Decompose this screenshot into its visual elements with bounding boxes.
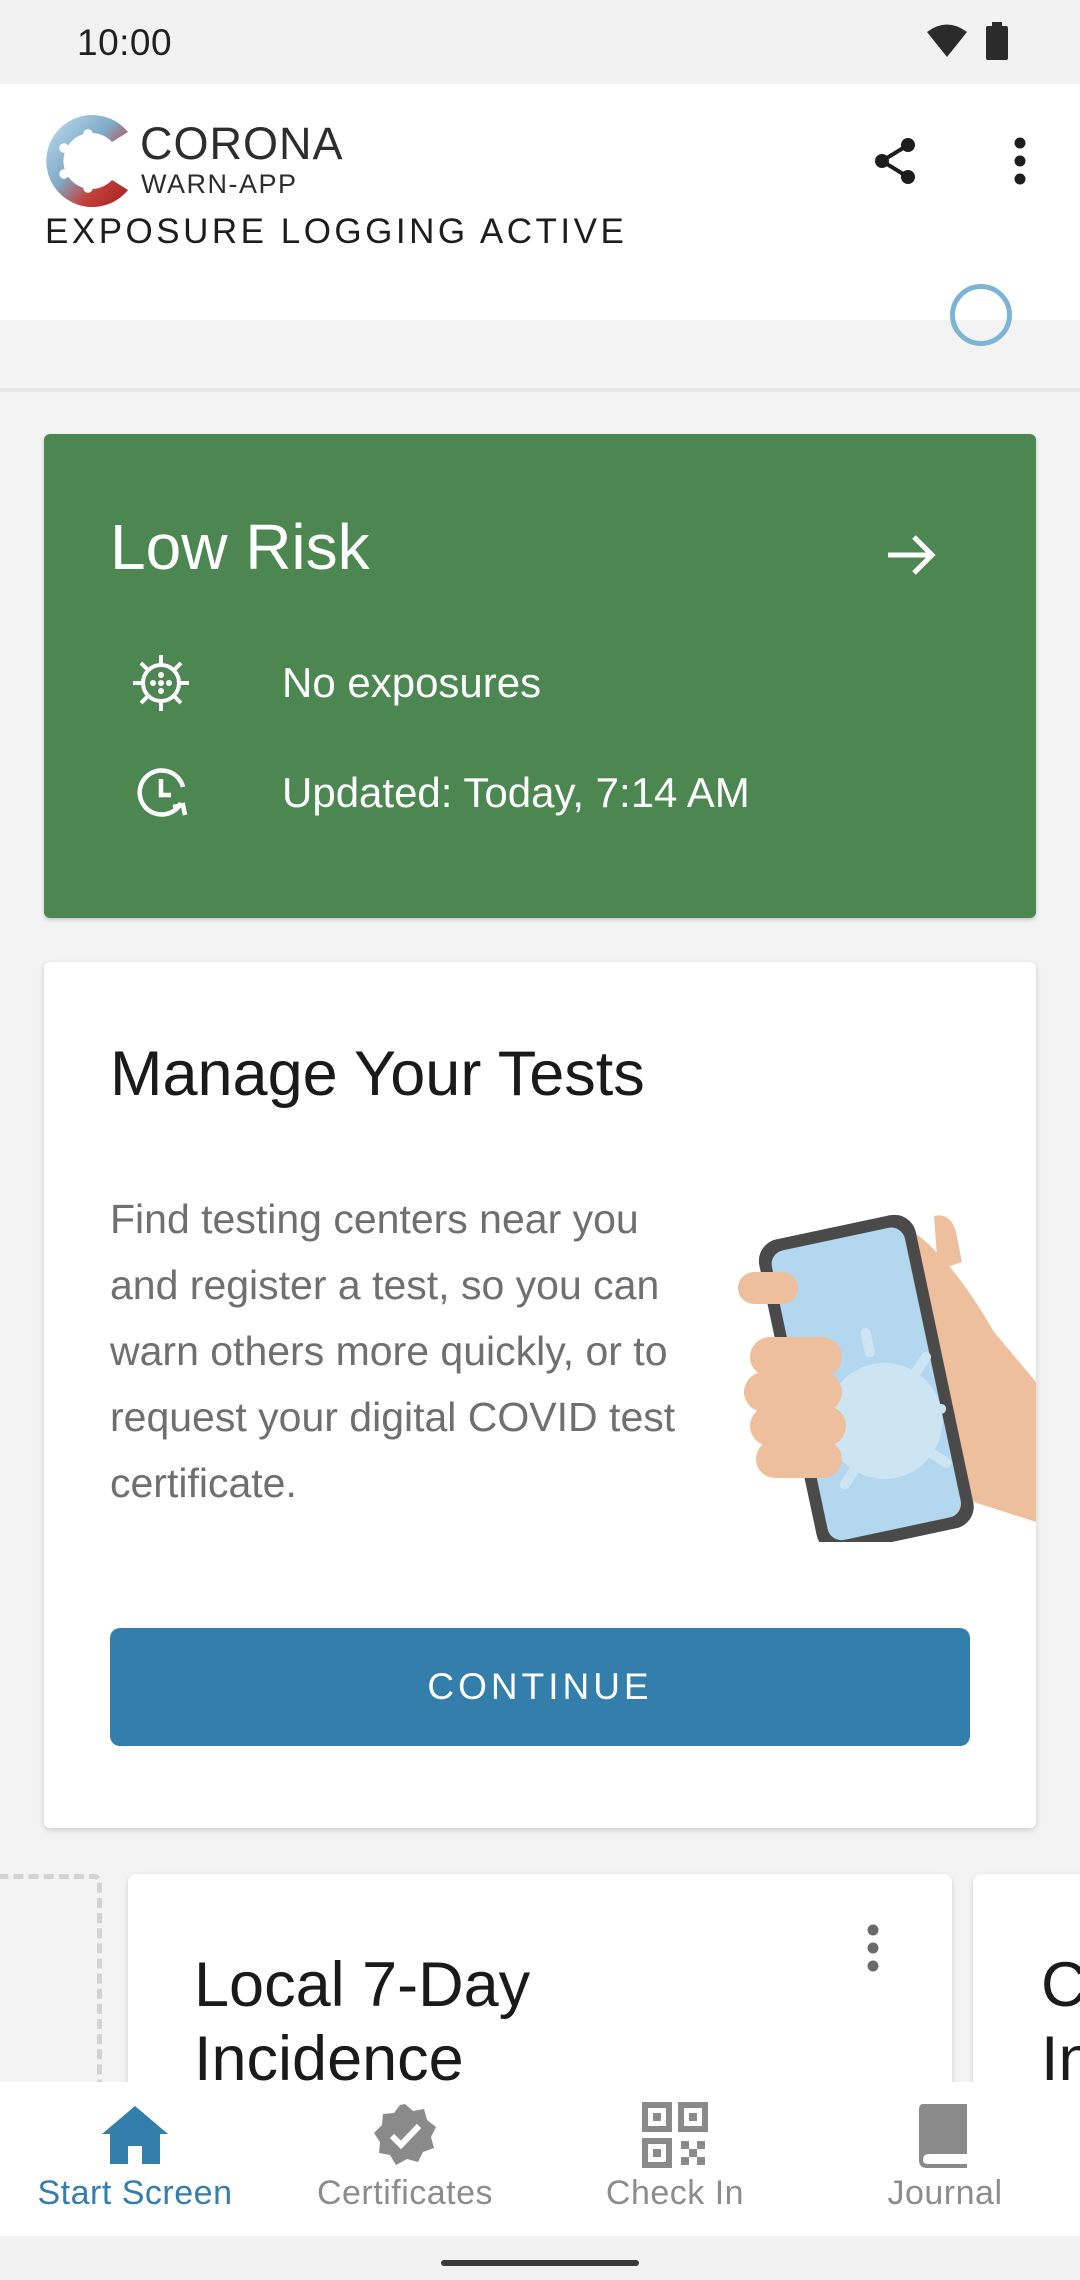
risk-card[interactable]: Low Risk No exposures Updated: Today, 7:… [44,434,1036,918]
more-vert-icon[interactable] [856,1918,890,1978]
nav-journal[interactable]: Journal [810,2082,1080,2236]
bottom-navigation: Start Screen Certificates Check In Journ… [0,2082,1080,2236]
book-icon [910,2100,980,2170]
nav-label-check-in: Check In [605,2174,745,2212]
wifi-icon [926,23,968,64]
exposure-logging-status[interactable]: EXPOSURE LOGGING ACTIVE [45,212,627,252]
clock-refresh-icon [130,762,192,824]
arrow-right-icon [882,526,940,584]
share-icon [872,136,918,191]
gesture-area [0,2236,1080,2280]
statistics-next-title-text: C In [1041,1950,1080,2094]
nav-label-journal: Journal [887,2174,1003,2212]
risk-row-updated: Updated: Today, 7:14 AM [130,762,750,824]
nav-check-in[interactable]: Check In [540,2082,810,2236]
status-time: 10:00 [77,22,173,63]
status-icons [926,22,1008,65]
nav-certificates[interactable]: Certificates [270,2082,540,2236]
corona-logo-icon [42,110,134,212]
statistics-card-title: Local 7-Day Incidence [194,1950,531,2094]
statistics-next-title: C In [1041,1948,1080,2096]
app-bar: CORONA WARN-APP [0,84,1080,320]
tests-card-title: Manage Your Tests [110,1039,645,1109]
risk-title: Low Risk [110,511,370,583]
risk-row-exposures: No exposures [130,652,541,714]
add-statistics-placeholder[interactable] [0,1874,102,2094]
share-button[interactable] [860,128,930,198]
home-icon [100,2100,170,2170]
qr-code-icon [640,2100,710,2170]
overflow-menu-button[interactable] [985,128,1055,198]
nav-label-start-screen: Start Screen [37,2174,233,2212]
phone-in-hand-illustration [724,1192,1036,1553]
certificate-badge-icon [370,2100,440,2170]
battery-icon [986,22,1008,65]
more-vert-icon [1013,137,1027,190]
exposure-indicator-icon [950,284,1012,346]
divider [0,388,1080,392]
risk-exposure-text: No exposures [282,659,542,706]
gesture-handle[interactable] [441,2260,639,2266]
logo-subtitle: WARN-APP [141,169,298,199]
risk-updated-text: Updated: Today, 7:14 AM [282,769,750,816]
nav-label-certificates: Certificates [316,2174,494,2212]
manage-tests-card: Manage Your Tests Find testing centers n… [44,962,1036,1828]
status-bar: 10:00 [0,0,1080,84]
nav-start-screen[interactable]: Start Screen [0,2082,270,2236]
logo-title: CORONA [140,118,344,169]
tests-card-body: Find testing centers near you and regist… [110,1196,676,1506]
continue-button[interactable]: CONTINUE [110,1628,970,1746]
virus-icon [130,652,192,714]
